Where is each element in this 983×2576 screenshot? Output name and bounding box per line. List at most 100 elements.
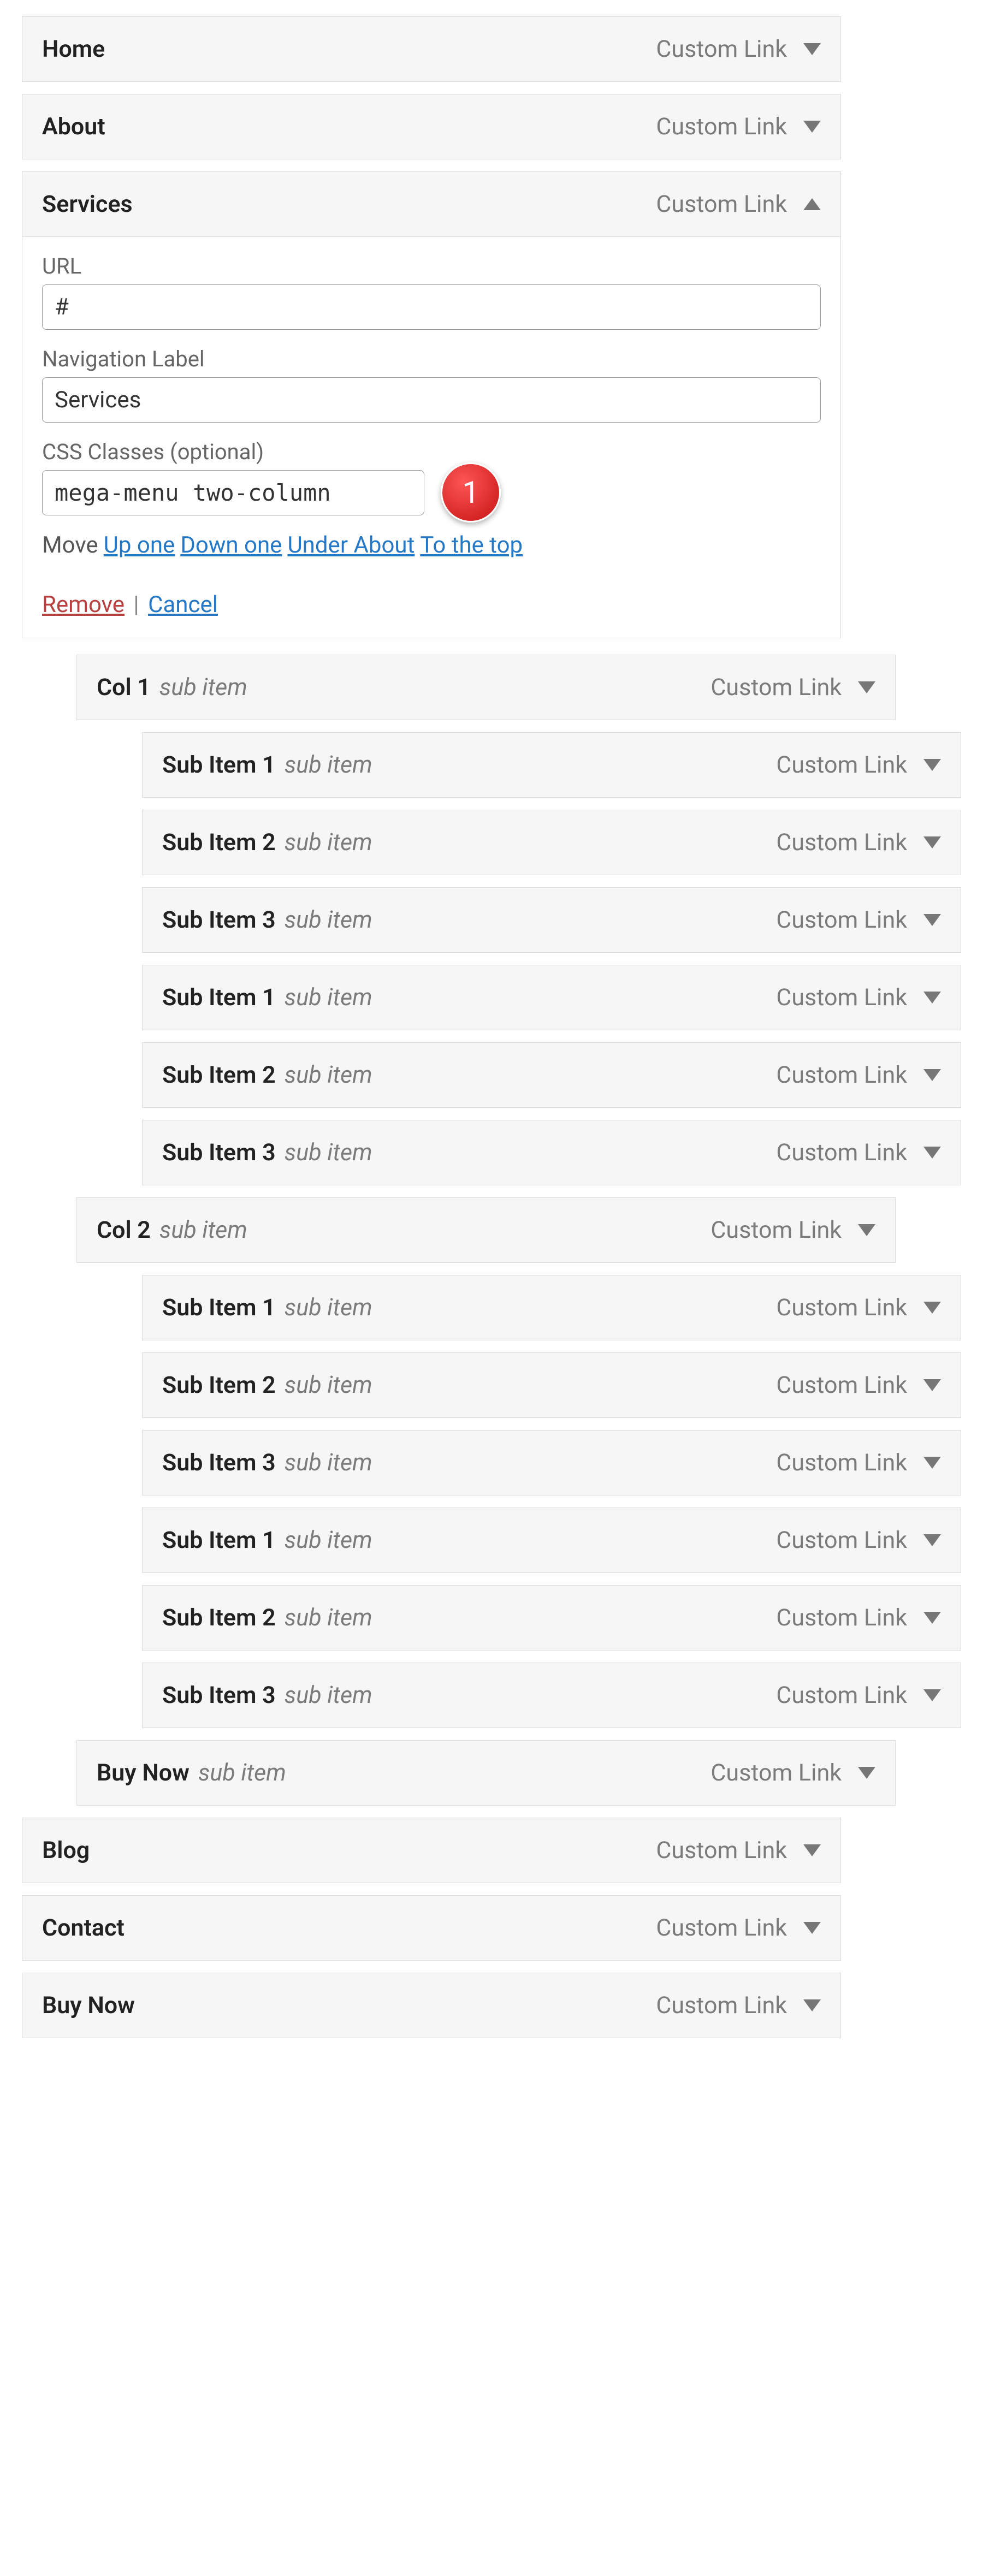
menu-item-meta: Custom Link — [656, 1992, 821, 2019]
menu-item[interactable]: HomeCustom Link — [22, 16, 841, 82]
menu-item-meta: Custom Link — [776, 1527, 941, 1554]
menu-item-bar[interactable]: BlogCustom Link — [22, 1818, 840, 1883]
menu-item-subtype: sub item — [198, 1759, 286, 1786]
cssclasses-label: CSS Classes (optional) — [42, 439, 821, 465]
menu-item-bar[interactable]: ServicesCustom Link — [22, 172, 840, 236]
menu-item-title: Sub Item 3 — [162, 1682, 276, 1709]
menu-item-bar[interactable]: Sub Item 2sub itemCustom Link — [143, 1353, 961, 1417]
menu-item-settings: URLNavigation LabelCSS Classes (optional… — [22, 237, 841, 638]
menu-item[interactable]: Sub Item 1sub itemCustom Link — [142, 732, 961, 798]
expand-icon[interactable] — [803, 1844, 821, 1856]
menu-item-bar[interactable]: About Custom Link — [22, 94, 840, 159]
expand-icon[interactable] — [858, 1224, 875, 1236]
menu-item-subtype: sub item — [285, 1449, 372, 1476]
menu-item[interactable]: BlogCustom Link — [22, 1818, 841, 1883]
menu-item[interactable]: Sub Item 3sub itemCustom Link — [142, 887, 961, 953]
menu-item-bar[interactable]: Col 2sub itemCustom Link — [77, 1198, 895, 1262]
menu-item[interactable]: Sub Item 3sub itemCustom Link — [142, 1430, 961, 1495]
expand-icon[interactable] — [923, 1612, 941, 1624]
expand-icon[interactable] — [803, 121, 821, 133]
menu-item-type-label: Custom Link — [776, 1372, 907, 1399]
menu-item[interactable]: Buy Now sub item Custom Link — [76, 1740, 896, 1806]
menu-item-subtype: sub item — [285, 829, 372, 856]
menu-item-subtype: sub item — [285, 751, 372, 779]
menu-item-type-label: Custom Link — [656, 191, 787, 218]
menu-item-bar[interactable]: Sub Item 2sub itemCustom Link — [143, 1586, 961, 1650]
menu-item-meta: Custom Link — [656, 1914, 821, 1942]
cssclasses-input[interactable] — [42, 470, 424, 515]
cancel-link[interactable]: Cancel — [148, 591, 218, 618]
menu-item-bar[interactable]: Sub Item 3sub itemCustom Link — [143, 1431, 961, 1495]
expand-icon[interactable] — [858, 681, 875, 693]
menu-item-title: Col 2 — [97, 1216, 151, 1244]
menu-item[interactable]: ContactCustom Link — [22, 1895, 841, 1961]
expand-icon[interactable] — [923, 1147, 941, 1159]
menu-item-meta: Custom Link — [776, 1061, 941, 1089]
move-label: Move — [42, 532, 98, 559]
menu-item-subtype: sub item — [285, 1604, 372, 1631]
expand-icon[interactable] — [923, 1302, 941, 1314]
menu-item-bar[interactable]: Col 1sub itemCustom Link — [77, 655, 895, 720]
menu-item[interactable]: Sub Item 3sub itemCustom Link — [142, 1663, 961, 1728]
menu-item[interactable]: Buy NowCustom Link — [22, 1973, 841, 2038]
menu-item[interactable]: ServicesCustom Link — [22, 171, 841, 237]
menu-item-subtype: sub item — [285, 906, 372, 934]
expand-icon[interactable] — [803, 1999, 821, 2011]
expand-icon[interactable] — [923, 1379, 941, 1391]
url-input[interactable] — [42, 284, 821, 330]
menu-item[interactable]: Sub Item 1sub itemCustom Link — [142, 965, 961, 1030]
move-top-link[interactable]: To the top — [420, 532, 523, 559]
menu-item-bar[interactable]: Buy Now sub item Custom Link — [77, 1741, 895, 1805]
menu-item-bar[interactable]: Sub Item 1sub itemCustom Link — [143, 1275, 961, 1340]
menu-item-bar[interactable]: ContactCustom Link — [22, 1896, 840, 1960]
remove-link[interactable]: Remove — [42, 591, 125, 618]
menu-structure: HomeCustom LinkAboutCustom LinkServicesC… — [0, 0, 983, 2067]
menu-item[interactable]: Sub Item 1sub itemCustom Link — [142, 1275, 961, 1340]
menu-item-bar[interactable]: Buy NowCustom Link — [22, 1973, 840, 2038]
menu-item-meta: Custom Link — [710, 674, 875, 701]
expand-icon[interactable] — [923, 836, 941, 848]
expand-icon[interactable] — [923, 1534, 941, 1546]
expand-icon[interactable] — [923, 914, 941, 926]
navlabel-input[interactable] — [42, 377, 821, 423]
expand-icon[interactable] — [803, 1922, 821, 1934]
menu-item[interactable]: Sub Item 2sub itemCustom Link — [142, 1585, 961, 1651]
menu-item-bar[interactable]: Sub Item 3sub itemCustom Link — [143, 1120, 961, 1185]
expand-icon[interactable] — [803, 43, 821, 55]
menu-item[interactable]: Sub Item 3sub itemCustom Link — [142, 1120, 961, 1185]
menu-item[interactable]: Sub Item 2sub itemCustom Link — [142, 1352, 961, 1418]
menu-item-type-label: Custom Link — [776, 984, 907, 1011]
menu-item-title: Home — [42, 35, 105, 63]
menu-item-title: Sub Item 2 — [162, 1604, 276, 1631]
callout-badge-1: 1 — [441, 462, 501, 523]
expand-icon[interactable] — [923, 1689, 941, 1701]
collapse-icon[interactable] — [803, 198, 821, 210]
menu-item-bar[interactable]: Sub Item 1sub itemCustom Link — [143, 965, 961, 1030]
move-up-link[interactable]: Up one — [104, 532, 175, 559]
menu-item-title: Buy Now — [97, 1759, 190, 1786]
menu-item[interactable]: Col 2sub itemCustom Link — [76, 1197, 896, 1263]
move-under-link[interactable]: Under About — [287, 532, 414, 559]
menu-item-meta: Custom Link — [776, 906, 941, 934]
expand-icon[interactable] — [923, 759, 941, 771]
menu-item-bar[interactable]: HomeCustom Link — [22, 17, 840, 81]
menu-item[interactable]: Col 1sub itemCustom Link — [76, 655, 896, 720]
menu-item-title: About — [42, 113, 105, 140]
menu-item-meta: Custom Link — [710, 1759, 875, 1786]
menu-item-bar[interactable]: Sub Item 3sub itemCustom Link — [143, 1663, 961, 1728]
expand-icon[interactable] — [923, 1069, 941, 1081]
menu-item[interactable]: Sub Item 2sub itemCustom Link — [142, 810, 961, 875]
menu-item-meta: Custom Link — [656, 113, 821, 140]
move-down-link[interactable]: Down one — [180, 532, 282, 559]
expand-icon[interactable] — [858, 1767, 875, 1779]
menu-item-bar[interactable]: Sub Item 1sub itemCustom Link — [143, 733, 961, 797]
menu-item[interactable]: Sub Item 1sub itemCustom Link — [142, 1507, 961, 1573]
menu-item[interactable]: About Custom Link — [22, 94, 841, 159]
menu-item-bar[interactable]: Sub Item 2sub itemCustom Link — [143, 1043, 961, 1107]
expand-icon[interactable] — [923, 1457, 941, 1469]
menu-item-bar[interactable]: Sub Item 2sub itemCustom Link — [143, 810, 961, 875]
menu-item[interactable]: Sub Item 2sub itemCustom Link — [142, 1042, 961, 1108]
menu-item-bar[interactable]: Sub Item 1sub itemCustom Link — [143, 1508, 961, 1572]
menu-item-bar[interactable]: Sub Item 3sub itemCustom Link — [143, 888, 961, 952]
expand-icon[interactable] — [923, 992, 941, 1004]
